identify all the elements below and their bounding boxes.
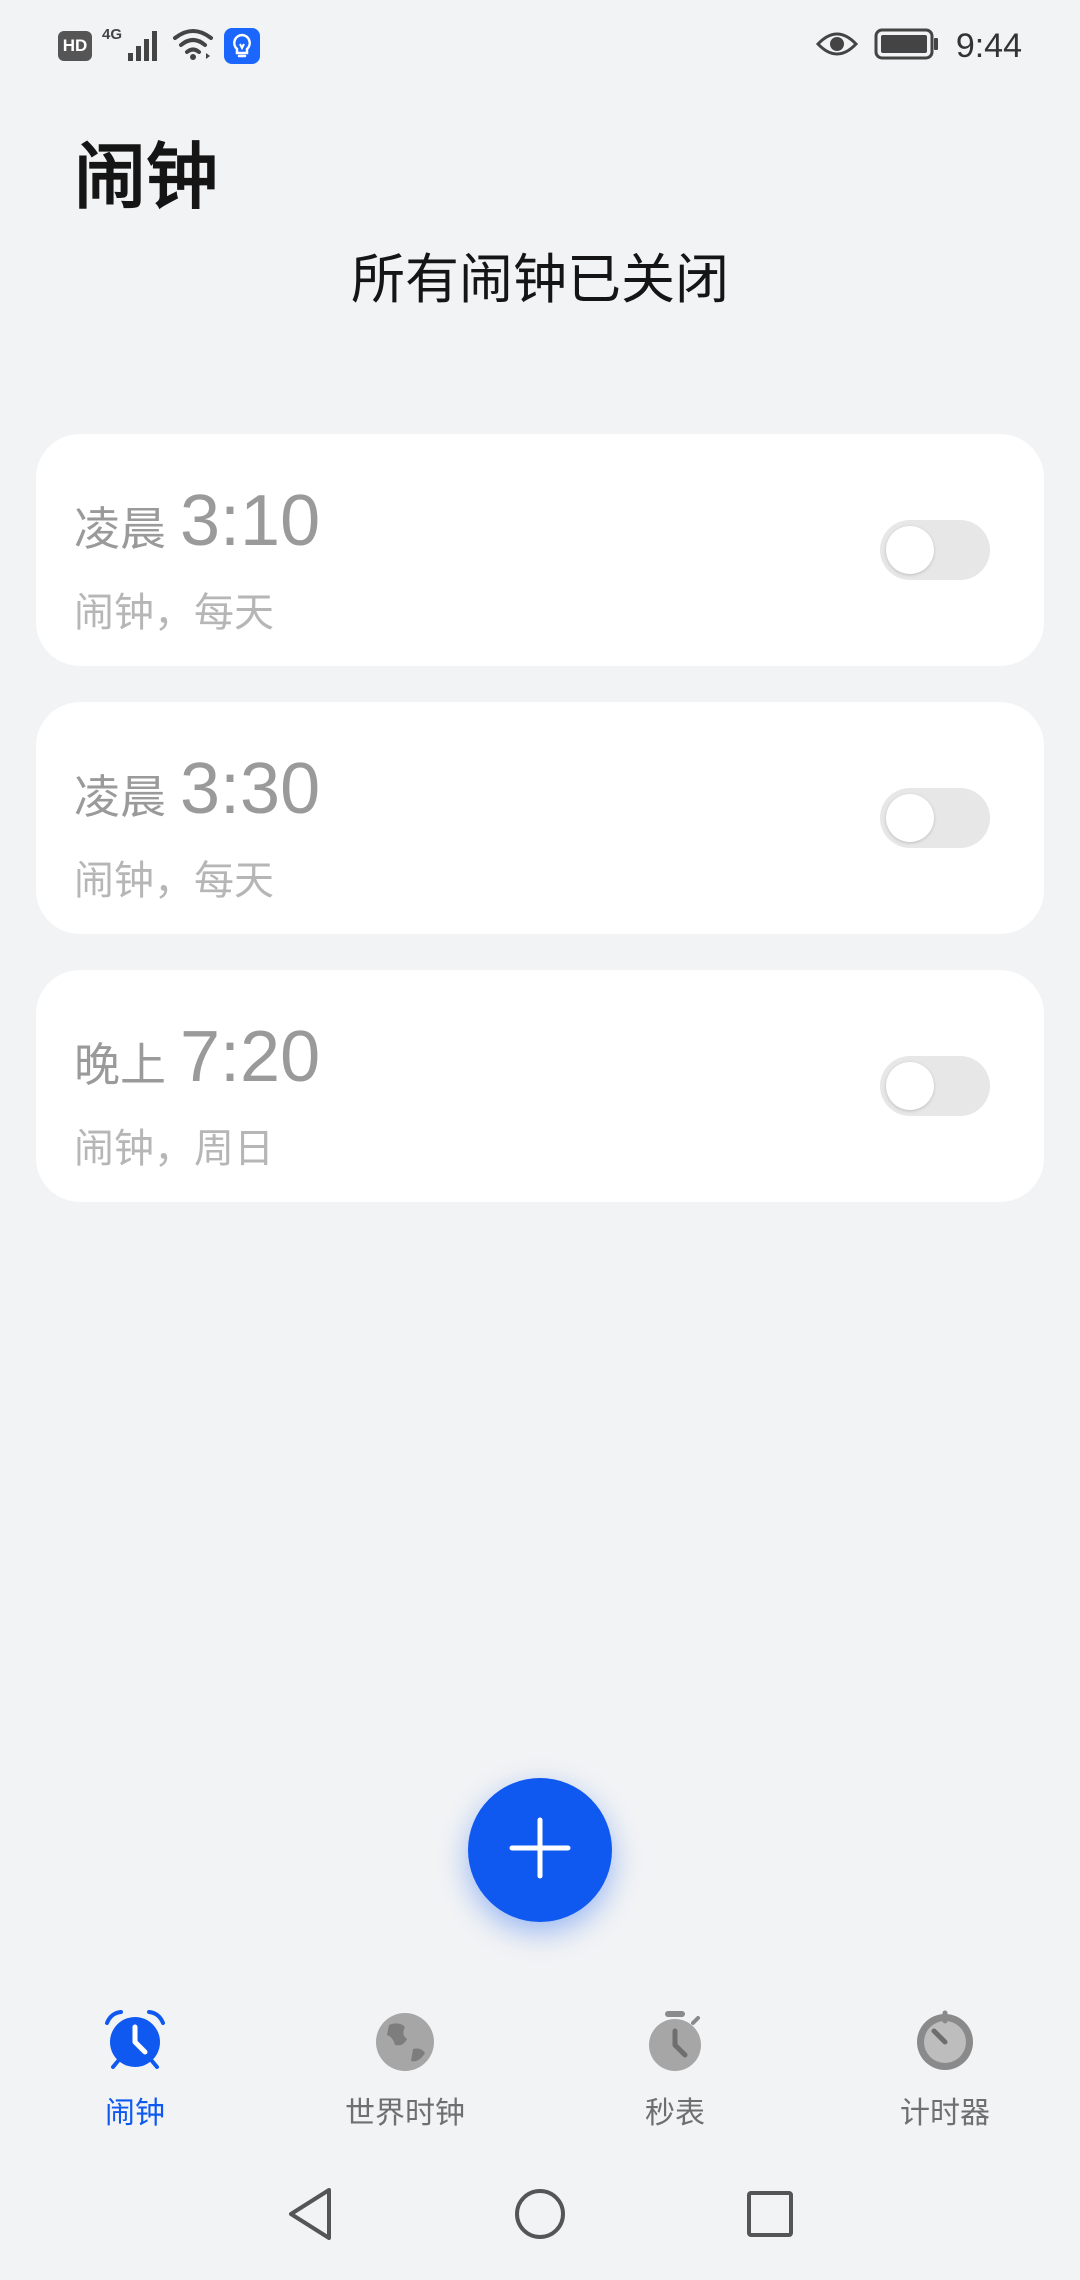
alarm-toggle[interactable] (880, 520, 990, 580)
status-bar-left: HD 4G (58, 24, 261, 68)
tab-world-clock[interactable]: 世界时钟 (270, 2000, 540, 2150)
toggle-knob (886, 526, 934, 574)
wifi-icon (172, 27, 214, 65)
alarm-time: 3:30 (180, 749, 321, 829)
home-button[interactable] (510, 2186, 570, 2246)
alarm-time-row: 凌晨 3:10 (74, 480, 320, 562)
alarm-time: 7:20 (180, 1017, 321, 1097)
recents-square-icon (744, 2188, 796, 2244)
alarm-description: 闹钟，周日 (74, 1126, 274, 1172)
alarm-card[interactable]: 凌晨 3:10 闹钟，每天 (36, 434, 1044, 666)
alarm-clock-icon (100, 2006, 170, 2076)
alarm-description: 闹钟，每天 (74, 590, 274, 636)
alarm-time: 3:10 (180, 481, 321, 561)
alarm-period: 凌晨 (74, 770, 166, 824)
alarm-description: 闹钟，每天 (74, 858, 274, 904)
recents-button[interactable] (740, 2186, 800, 2246)
alarm-toggle[interactable] (880, 788, 990, 848)
tab-timer[interactable]: 计时器 (810, 2000, 1080, 2150)
timer-icon (910, 2006, 980, 2076)
network-type: 4G (102, 26, 123, 43)
tab-label: 闹钟 (105, 2096, 165, 2131)
status-bar: HD 4G 9:44 (0, 0, 1080, 92)
stopwatch-icon (640, 2006, 710, 2076)
alarm-period: 凌晨 (74, 502, 166, 556)
toggle-knob (886, 794, 934, 842)
eye-comfort-icon (815, 30, 858, 62)
signal-icon (126, 27, 162, 65)
hd-badge: HD (58, 31, 92, 61)
alarms-summary: 所有闹钟已关闭 (351, 248, 729, 311)
bottom-nav: 闹钟 世界时钟 秒表 计时器 (0, 2000, 1080, 2150)
lightbulb-icon (224, 28, 261, 64)
add-alarm-button[interactable] (468, 1778, 612, 1922)
toggle-knob (886, 1062, 934, 1110)
tab-label: 秒表 (645, 2096, 705, 2131)
plus-icon (508, 1816, 572, 1884)
tab-stopwatch[interactable]: 秒表 (540, 2000, 810, 2150)
tab-label: 世界时钟 (345, 2096, 465, 2131)
page-title: 闹钟 (74, 135, 219, 219)
home-circle-icon (512, 2186, 568, 2246)
status-bar-right: 9:44 (815, 22, 1022, 70)
alarm-period: 晚上 (74, 1038, 166, 1092)
alarm-time-row: 晚上 7:20 (74, 1016, 320, 1098)
alarm-card[interactable]: 凌晨 3:30 闹钟，每天 (36, 702, 1044, 934)
status-time: 9:44 (955, 26, 1022, 65)
alarm-time-row: 凌晨 3:30 (74, 748, 320, 830)
tab-label: 计时器 (900, 2096, 990, 2131)
globe-icon (370, 2006, 440, 2076)
alarm-toggle[interactable] (880, 1056, 990, 1116)
tab-alarm[interactable]: 闹钟 (0, 2000, 270, 2150)
alarm-card[interactable]: 晚上 7:20 闹钟，周日 (36, 970, 1044, 1202)
system-nav-bar (0, 2176, 1080, 2256)
back-button[interactable] (280, 2186, 340, 2246)
battery-icon (874, 27, 940, 65)
back-triangle-icon (285, 2186, 335, 2246)
